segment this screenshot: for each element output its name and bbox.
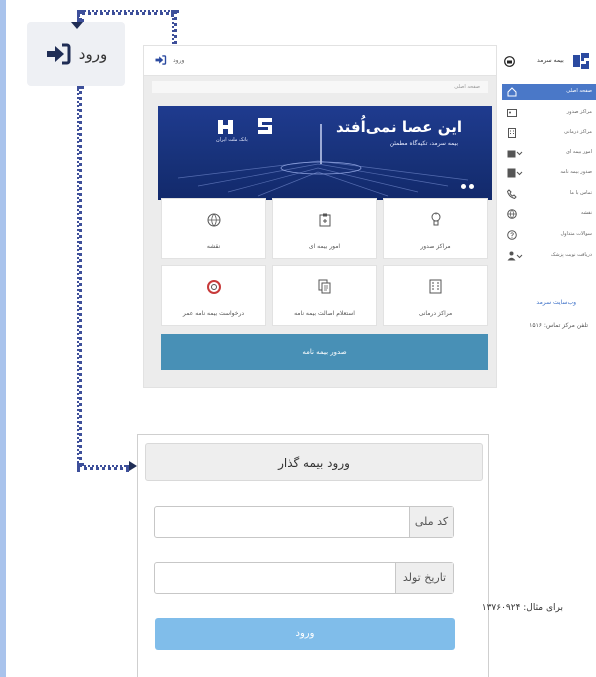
national-code-input[interactable] [155, 507, 409, 537]
carousel-dots[interactable] [461, 184, 474, 189]
tile-label: درخواست بیمه نامه عمر [182, 310, 245, 317]
brand[interactable]: بیمه سرمد [499, 47, 596, 75]
tile-label: نقشه [206, 243, 221, 250]
sidebar-item-faq[interactable]: سوالات متداول [502, 227, 596, 243]
login-arrow-icon [45, 43, 71, 65]
banner-tagline: بانک ملت ایران [216, 137, 248, 143]
sidebar-item-home[interactable]: صفحه اصلی [502, 84, 596, 100]
doctor-icon [507, 251, 523, 261]
sidebar-item-issuing-centers[interactable]: مراکز صدور [502, 105, 596, 121]
sidebar-item-label: امور بیمه ای [565, 149, 592, 155]
sidebar-item-label: صفحه اصلی [566, 88, 592, 94]
sidebar-item-map[interactable]: نقشه [502, 206, 596, 222]
account-icon [504, 56, 515, 67]
sidebar-item-label: نقشه [580, 210, 592, 216]
promo-banner[interactable]: این عصا نمی‌اُفتد بیمه سرمد، تکیه‌گاه مط… [158, 106, 492, 200]
phone-icon [507, 189, 517, 199]
birth-date-label: تاریخ تولد [395, 563, 453, 593]
connector-line [77, 86, 82, 466]
document-icon [507, 168, 523, 178]
lifebuoy-icon [206, 280, 221, 294]
app-screenshot: ورود صفحه اصلی این عصا نمی‌اُفتد [143, 45, 596, 390]
tile-label: مراکز درمانی [418, 310, 453, 317]
tile-map[interactable]: نقشه [161, 198, 266, 259]
sidebar-item-label: سوالات متداول [560, 231, 592, 237]
question-icon [507, 230, 517, 240]
sidebar-item-issue-policy[interactable]: صدور بیمه نامه [502, 165, 596, 181]
national-code-label: کد ملی [409, 507, 453, 537]
call-center-phone: تلفن مرکز تماس: ۱۵۱۶ [529, 322, 588, 329]
login-arrow-icon [155, 55, 167, 65]
tile-insurance-affairs[interactable]: امور بیمه ای [272, 198, 377, 259]
briefcase-icon [507, 150, 523, 158]
tile-issuing-centers[interactable]: مراکز صدور [383, 198, 488, 259]
birth-date-field: تاریخ تولد [154, 562, 454, 594]
connector-line [77, 10, 82, 22]
tile-label: امور بیمه ای [308, 243, 341, 250]
login-callout[interactable]: ورود [27, 22, 125, 86]
sidebar-item-doctor-appointment[interactable]: دریافت نوبت پزشک [502, 248, 596, 264]
tile-label: مراکز صدور [420, 243, 451, 250]
issue-policy-button[interactable]: صدور بیمه نامه [161, 334, 488, 370]
banner-subtitle: بیمه سرمد، تکیه‌گاه مطمئن [389, 140, 458, 147]
national-code-field: کد ملی [154, 506, 454, 538]
sidebar-item-label: صدور بیمه نامه [560, 169, 592, 175]
sidebar-item-insurance-affairs[interactable]: امور بیمه ای [502, 145, 596, 161]
sarmad-logo-icon [573, 53, 589, 69]
birth-date-input[interactable] [155, 563, 395, 593]
sidebar-item-contact[interactable]: تماس با ما [502, 186, 596, 202]
login-callout-label: ورود [78, 45, 108, 63]
arrowhead-icon [129, 461, 137, 471]
login-submit-button[interactable]: ورود [155, 618, 455, 650]
sidebar-item-label: دریافت نوبت پزشک [550, 252, 592, 258]
brand-name: بیمه سرمد [537, 57, 564, 64]
website-link[interactable]: وب‌سایت سرمد [536, 299, 576, 306]
sidebar-item-label: تماس با ما [569, 190, 592, 196]
birth-date-hint: برای مثال: ۱۳۷۶۰۹۲۴ [481, 603, 563, 613]
globe-icon [207, 213, 220, 227]
building-icon [508, 128, 516, 138]
left-accent-strip [0, 0, 6, 677]
documents-icon [318, 279, 330, 294]
id-card-icon [507, 109, 517, 117]
connector-line [77, 465, 129, 470]
clipboard-icon [319, 213, 330, 227]
banner-title: این عصا نمی‌اُفتد [336, 118, 462, 136]
enter-link-label: ورود [173, 56, 185, 64]
globe-icon [507, 209, 517, 219]
tile-medical-centers[interactable]: مراکز درمانی [383, 265, 488, 326]
connector-line [77, 10, 174, 15]
sidebar-item-medical-centers[interactable]: مراکز درمانی [502, 125, 596, 141]
sidebar-item-label: مراکز صدور [566, 109, 592, 115]
building-icon [429, 279, 442, 294]
top-bar: ورود [144, 46, 496, 76]
sidebar-item-label: مراکز درمانی [564, 129, 592, 135]
lightbulb-icon [431, 212, 440, 226]
form-title: ورود بیمه گذار [145, 443, 483, 481]
enter-link[interactable]: ورود [154, 55, 184, 65]
tile-label: استعلام اصالت بیمه نامه [294, 310, 355, 317]
sidebar: بیمه سرمد صفحه اصلی مراکز صدور مراکز درم… [499, 45, 596, 390]
tile-policy-authenticity[interactable]: استعلام اصالت بیمه نامه [272, 265, 377, 326]
breadcrumb: صفحه اصلی [152, 81, 488, 93]
arrowhead-icon [71, 22, 83, 29]
home-icon [507, 87, 517, 97]
main-content: ورود صفحه اصلی این عصا نمی‌اُفتد [143, 45, 497, 388]
tile-life-insurance-request[interactable]: درخواست بیمه نامه عمر [161, 265, 266, 326]
